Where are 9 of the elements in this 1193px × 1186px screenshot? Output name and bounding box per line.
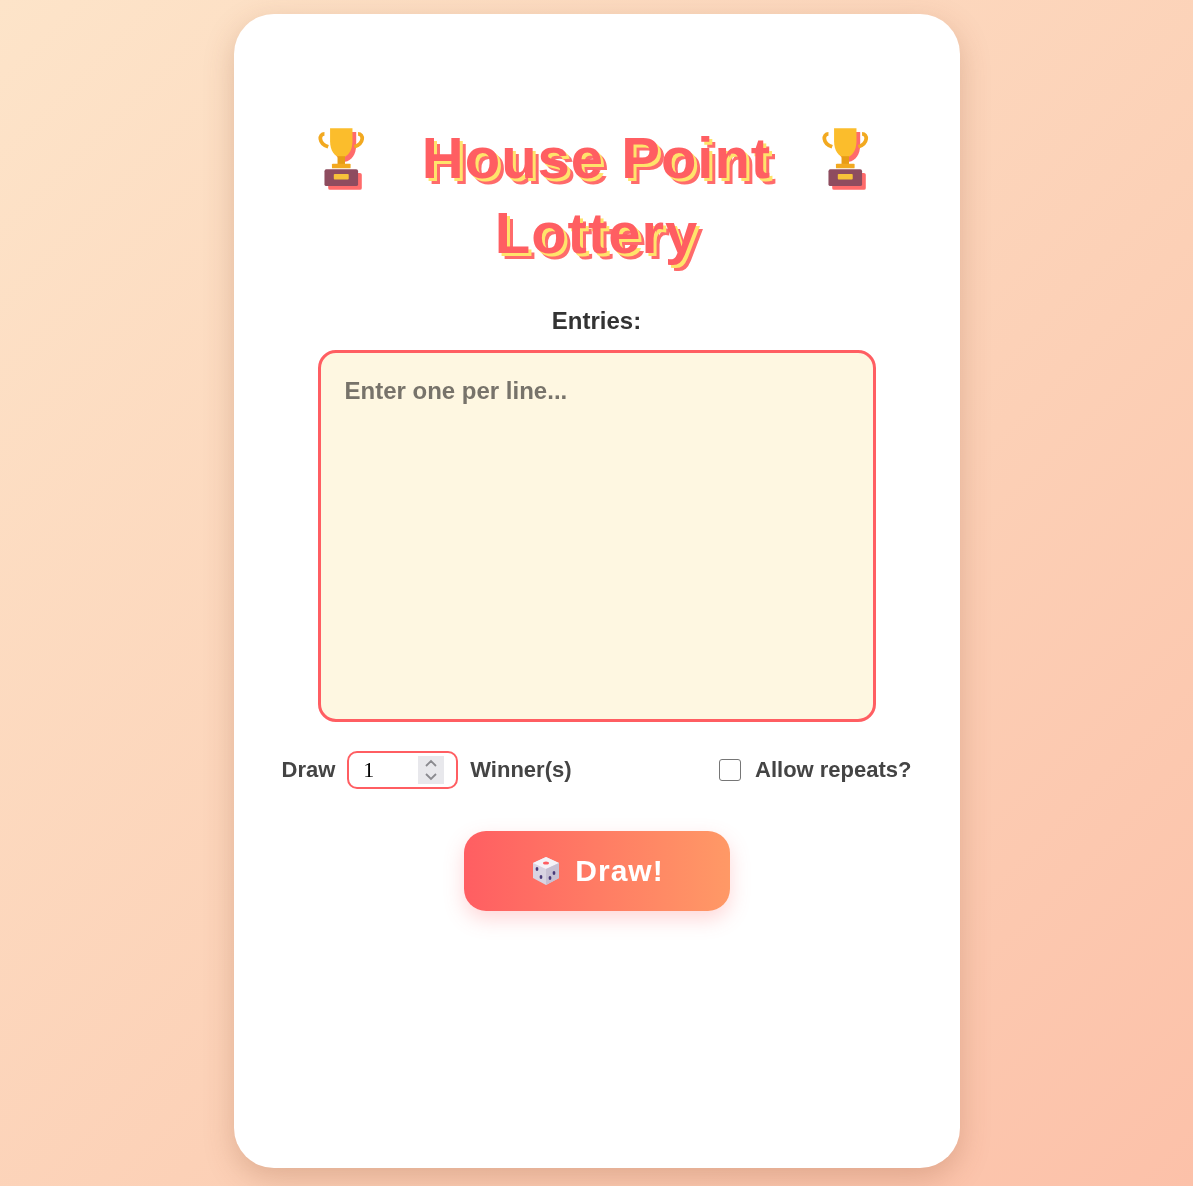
draw-label: Draw (281, 757, 336, 783)
entries-field[interactable]: Enter one per line... (317, 350, 876, 722)
page-title: House Point Lottery (420, 124, 773, 267)
entries-label: Entries: (551, 306, 642, 336)
allow-repeats-checkbox[interactable] (719, 759, 741, 781)
spinner-icon[interactable] (418, 756, 445, 784)
winners-label: Winner(s) (470, 757, 572, 783)
winner-count-input[interactable]: 1 (347, 751, 459, 789)
allow-repeats-label: Allow repeats? (755, 757, 912, 783)
